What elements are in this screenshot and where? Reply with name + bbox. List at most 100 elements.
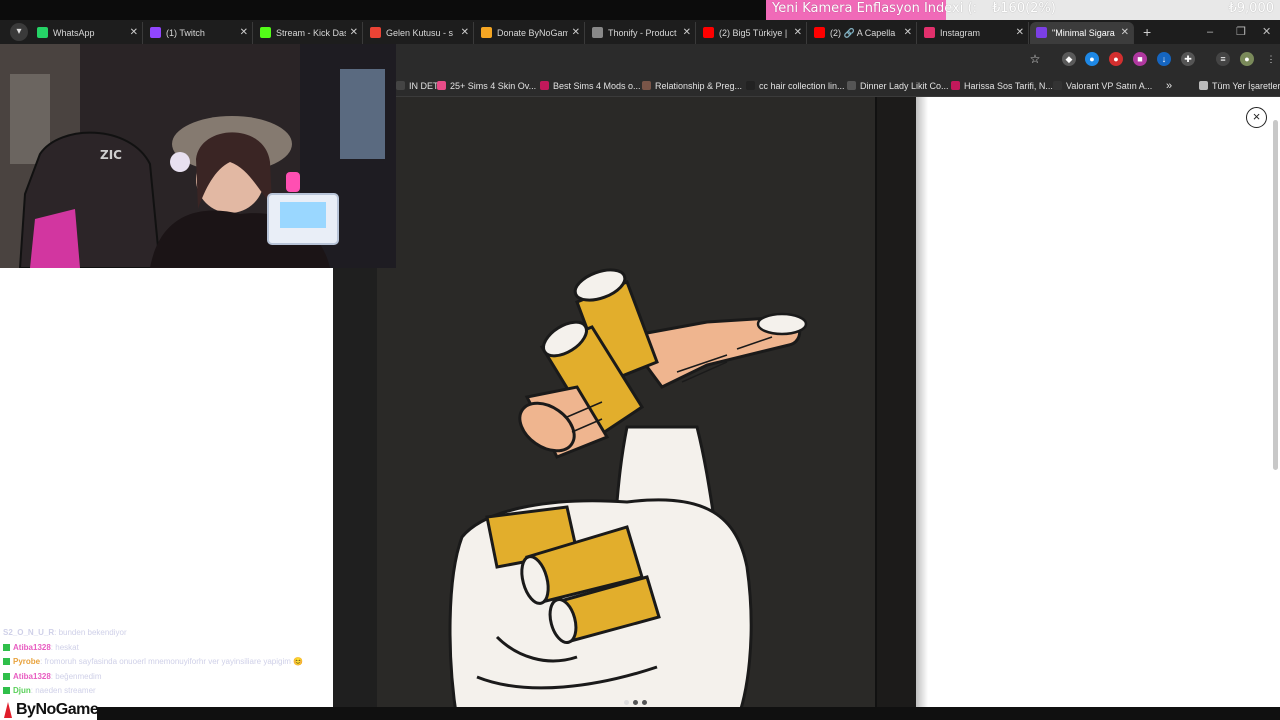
browser-tab[interactable]: WhatsApp ✕ <box>31 22 143 44</box>
browser-tab-bar: ▾ WhatsApp ✕ (1) Twitch ✕ Stream - Kick Das ✕… <box>0 20 1280 44</box>
browser-tab[interactable]: Donate ByNoGam ✕ <box>475 22 585 44</box>
tab-label: "Minimal Sigara ( <box>1052 28 1117 38</box>
browser-tab[interactable]: Stream - Kick Das ✕ <box>254 22 363 44</box>
bookmark-favicon-icon <box>642 81 651 90</box>
bookmark-label: Harissa Sos Tarifi, N... <box>964 81 1053 91</box>
chat-username: Pyrobe <box>13 657 41 667</box>
webcam-overlay: ZIC <box>0 44 396 268</box>
bookmark-label: Valorant VP Satın A... <box>1066 81 1153 91</box>
donation-goal-target: ₺9,000 <box>1228 1 1275 16</box>
media-controls-icon[interactable]: ≡ <box>1216 52 1230 66</box>
chat-message: Atiba1328: beğenmedim <box>3 670 333 685</box>
maximize-icon[interactable]: ❐ <box>1236 24 1246 40</box>
bynogame-logo: ByNoGame <box>0 700 99 720</box>
tab-search-chevron-icon[interactable]: ▾ <box>10 23 28 41</box>
tab-label: WhatsApp <box>53 28 95 38</box>
browser-tab[interactable]: (2) Big5 Türkiye | ✕ <box>697 22 807 44</box>
chat-message: S2_O_N_U_R: bunden bekendiyor <box>3 626 333 641</box>
donation-goal-bar: Yeni Kamera Enflasyon Indexi (: ₺160(2%)… <box>766 0 1280 20</box>
chat-username: Atiba1328 <box>13 642 51 652</box>
tab-close-icon[interactable]: ✕ <box>461 22 469 44</box>
kebab-menu-icon[interactable]: ⋮ <box>1264 52 1278 66</box>
page-scrollbar[interactable] <box>1273 120 1278 470</box>
chat-text: : naeden streamer <box>30 686 96 696</box>
bynogame-flame-icon <box>4 702 12 718</box>
new-tab-plus-icon[interactable]: + <box>1143 24 1157 40</box>
tab-close-icon[interactable]: ✕ <box>240 22 248 44</box>
browser-tab[interactable]: Instagram ✕ <box>918 22 1029 44</box>
bookmark-item[interactable]: 25+ Sims 4 Skin Ov... <box>437 79 536 93</box>
chat-text: : beğenmedim <box>50 671 102 681</box>
bookmark-item[interactable]: Dinner Lady Likit Co... <box>847 79 949 93</box>
tab-label: (2) 🔗 A Capella <box>830 28 896 38</box>
globe-icon <box>592 27 603 38</box>
bookmark-item[interactable]: Best Sims 4 Mods o... <box>540 79 641 93</box>
tab-close-icon[interactable]: ✕ <box>1016 22 1024 44</box>
red-extension-icon[interactable]: ● <box>1109 52 1123 66</box>
tab-close-icon[interactable]: ✕ <box>904 22 912 44</box>
bookmark-favicon-icon <box>437 81 446 90</box>
chat-username: S2_O_N_U_R <box>3 628 55 637</box>
viewer-close-button[interactable]: × <box>1246 107 1267 128</box>
browser-tab[interactable]: Gelen Kutusu - s ✕ <box>364 22 474 44</box>
slide-dot[interactable] <box>624 700 629 705</box>
bookmark-item[interactable]: Tüm Yer İşaretleri <box>1199 79 1280 93</box>
more-bookmarks-chevron-icon[interactable]: » <box>1166 79 1172 93</box>
chat-text: : bunden bekendiyor <box>54 628 127 637</box>
chat-badge-icon <box>3 672 10 680</box>
purple-extension-icon[interactable]: ■ <box>1133 52 1147 66</box>
browser-tab[interactable]: (1) Twitch ✕ <box>144 22 253 44</box>
tab-label: (1) Twitch <box>166 28 205 38</box>
kick-icon <box>260 27 271 38</box>
bookmark-item[interactable]: Valorant VP Satın A... <box>1053 79 1152 93</box>
bookmark-item[interactable]: Harissa Sos Tarifi, N... <box>951 79 1053 93</box>
bookmark-item[interactable]: cc hair collection lin... <box>746 79 845 93</box>
tab-label: Thonify - Product <box>608 28 677 38</box>
tab-label: Stream - Kick Das <box>276 28 346 38</box>
frame-edge <box>877 97 916 720</box>
tab-close-icon[interactable]: ✕ <box>794 22 802 44</box>
slide-dot[interactable] <box>633 700 638 705</box>
browser-tab[interactable]: (2) 🔗 A Capella ✕ <box>808 22 917 44</box>
chat-message: Djun: naeden streamer <box>3 684 333 699</box>
bookmark-label: Best Sims 4 Mods o... <box>553 81 641 91</box>
browser-tab[interactable]: Thonify - Product ✕ <box>586 22 696 44</box>
bookmark-favicon-icon <box>396 81 405 90</box>
slide-dot[interactable] <box>642 700 647 705</box>
twitch-icon <box>150 27 161 38</box>
stream-chat-overlay: S2_O_N_U_R: bunden bekendiyor Atiba1328: … <box>3 626 333 699</box>
minimal-cigarette-hand-artwork <box>377 97 877 720</box>
youtube-icon <box>814 27 825 38</box>
window-close-icon[interactable]: ✕ <box>1262 24 1271 40</box>
download-extension-icon[interactable]: ↓ <box>1157 52 1171 66</box>
chat-username: Djun <box>13 686 31 696</box>
tab-label: Instagram <box>940 28 981 38</box>
browser-tab[interactable]: "Minimal Sigara ( ✕ <box>1030 22 1134 44</box>
donate-icon <box>481 27 492 38</box>
minimize-icon[interactable]: – <box>1207 24 1213 40</box>
tab-close-icon[interactable]: ✕ <box>572 22 580 44</box>
chat-badge-icon <box>3 643 10 651</box>
tab-label: Gelen Kutusu - s <box>386 28 454 38</box>
bynogame-text: ByNoGame <box>16 701 99 718</box>
instagram-icon <box>924 27 935 38</box>
profile-avatar-icon[interactable]: ● <box>1240 52 1254 66</box>
bookmark-favicon-icon <box>847 81 856 90</box>
bookmark-item[interactable]: Relationship & Preg... <box>642 79 742 93</box>
donation-goal-title: Yeni Kamera Enflasyon Indexi (: <box>772 1 977 16</box>
bottom-strip <box>97 707 1280 720</box>
globe-extension-icon[interactable]: ● <box>1085 52 1099 66</box>
tab-close-icon[interactable]: ✕ <box>350 22 358 44</box>
tab-close-icon[interactable]: ✕ <box>1121 22 1129 44</box>
chat-username: Atiba1328 <box>13 671 51 681</box>
shield-extension-icon[interactable]: ◆ <box>1062 52 1076 66</box>
tab-close-icon[interactable]: ✕ <box>683 22 691 44</box>
puzzle-extensions-icon[interactable]: ✚ <box>1181 52 1195 66</box>
chat-text: : fromoruh sayfasinda onuoerl mnemonuyif… <box>40 657 304 667</box>
bookmark-label: cc hair collection lin... <box>759 81 845 91</box>
tab-close-icon[interactable]: ✕ <box>130 22 138 44</box>
image-viewer[interactable] <box>377 97 877 720</box>
bookmark-star-icon[interactable]: ☆ <box>1028 52 1042 66</box>
chat-badge-icon <box>3 687 10 695</box>
bookmark-label: Dinner Lady Likit Co... <box>860 81 949 91</box>
